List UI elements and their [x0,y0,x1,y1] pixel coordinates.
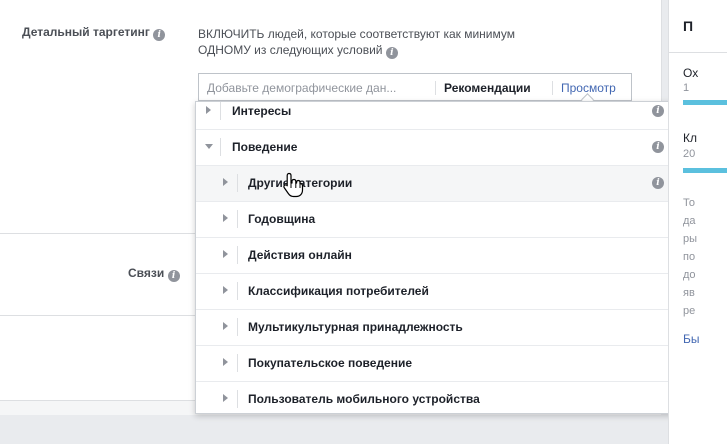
dropdown-item-behavior[interactable]: Поведение i [196,130,681,166]
recommendations-link[interactable]: Рекомендации [444,81,531,95]
description-line-2: ОДНОМУ из следующих условий i [198,42,598,59]
audience-size-panel: П Ох 1 Кл 20 То да ры по до яв ре Бы [668,0,727,444]
browse-dropdown: Интересы i Поведение i Другие категории … [195,101,682,414]
dropdown-item-anniversary[interactable]: Годовщина [196,202,681,238]
divider [237,318,238,336]
side-text: То [683,197,695,209]
info-icon[interactable]: i [652,141,664,153]
divider [237,354,238,372]
expand-arrow-icon[interactable] [223,322,228,330]
estimated-reach-bar [683,168,727,173]
side-text: яв [683,287,695,299]
dropdown-item-online-actions[interactable]: Действия онлайн [196,238,681,274]
dropdown-item-purchase-behavior[interactable]: Покупательское поведение [196,346,681,382]
side-panel-link[interactable]: Бы [683,332,700,346]
targeting-description: ВКЛЮЧИТЬ людей, которые соответствуют ка… [198,26,598,59]
item-label: Покупательское поведение [248,356,413,370]
expand-arrow-icon[interactable] [223,394,228,402]
item-label: Пользователь мобильного устройства [248,392,480,406]
divider [435,81,436,95]
info-icon[interactable]: i [167,270,180,282]
dropdown-item-mobile-user[interactable]: Пользователь мобильного устройства [196,382,681,413]
targeting-search-field[interactable]: Добавьте демографические дан... Рекоменд… [198,73,632,106]
side-text: да [683,215,696,227]
side-text: 20 [683,148,696,160]
connections-label: Связи i [128,266,180,282]
side-text: по [683,251,696,263]
expand-arrow-icon[interactable] [223,286,228,294]
side-text: Кл [683,131,697,145]
expand-arrow-icon[interactable] [223,250,228,258]
info-icon[interactable]: i [153,29,166,41]
dropdown-item-interests[interactable]: Интересы i [196,102,681,130]
info-icon[interactable]: i [652,177,664,189]
side-text: ры [683,233,698,245]
side-panel-title: П [683,18,694,34]
item-label: Действия онлайн [248,248,352,262]
divider [669,52,727,53]
divider [237,390,238,408]
divider [237,246,238,264]
expand-arrow-icon[interactable] [206,106,211,114]
section-divider [0,233,196,234]
dropdown-item-consumer-classification[interactable]: Классификация потребителей [196,274,681,310]
side-text: до [683,269,696,281]
section-divider [0,315,196,316]
search-input[interactable]: Добавьте демографические дан... [207,81,396,95]
dropdown-item-multicultural[interactable]: Мультикультурная принадлежность [196,310,681,346]
side-text: ре [683,305,696,317]
divider [237,174,238,192]
divider [552,81,553,95]
divider [237,282,238,300]
divider [220,102,221,120]
side-text: 1 [683,82,690,94]
potential-reach-bar [683,100,727,105]
item-label: Поведение [232,140,298,154]
expand-arrow-icon[interactable] [223,358,228,366]
info-icon[interactable]: i [385,47,398,59]
expand-arrow-icon[interactable] [223,178,228,186]
hand-cursor-icon [283,172,304,198]
detailed-targeting-label: Детальный таргетинг i [22,25,166,41]
browse-link[interactable]: Просмотр [561,81,616,95]
item-label: Годовщина [248,212,316,226]
item-label: Интересы [232,104,292,118]
divider [220,138,221,156]
item-label: Мультикультурная принадлежность [248,320,463,334]
item-label: Классификация потребителей [248,284,429,298]
description-line-1: ВКЛЮЧИТЬ людей, которые соответствуют ка… [198,27,515,41]
side-text: Ох [683,66,699,80]
divider [237,210,238,228]
collapse-arrow-icon[interactable] [205,144,213,149]
expand-arrow-icon[interactable] [223,214,228,222]
dropdown-item-other-categories[interactable]: Другие категории i [196,166,681,202]
info-icon[interactable]: i [652,105,664,117]
